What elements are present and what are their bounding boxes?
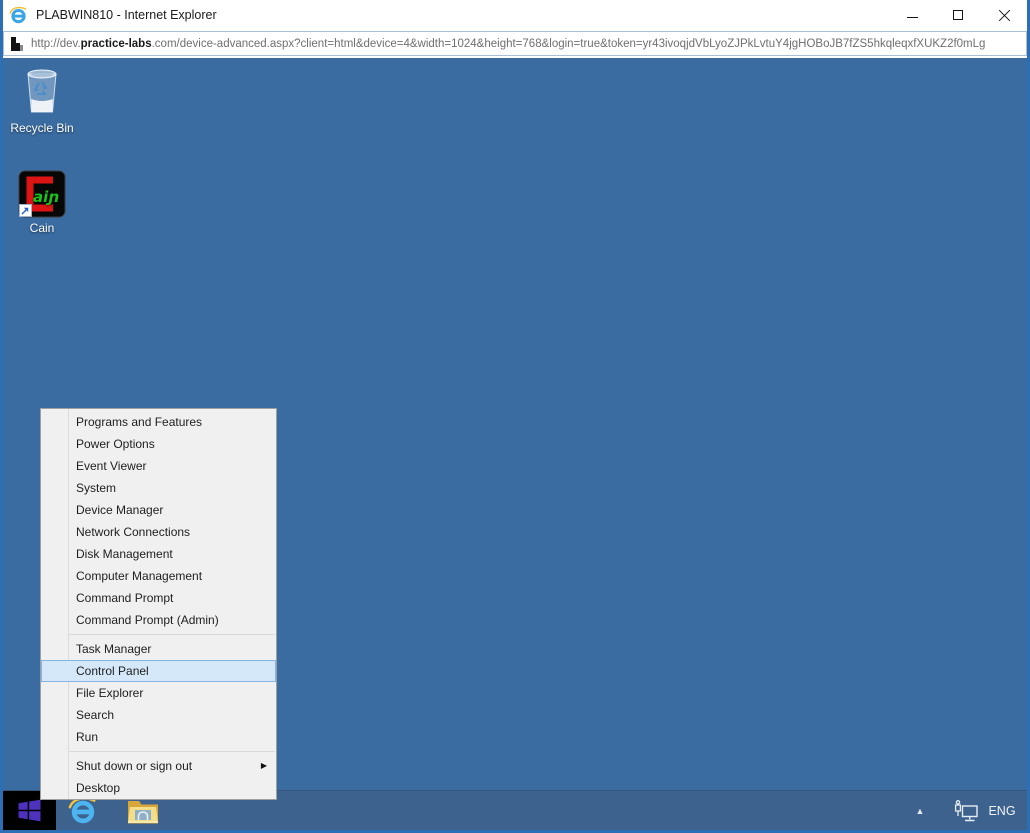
maximize-button[interactable] bbox=[935, 0, 981, 30]
internet-explorer-icon bbox=[68, 796, 98, 826]
minimize-icon bbox=[907, 17, 918, 18]
menu-item-run[interactable]: Run bbox=[41, 726, 276, 748]
desktop-icon-cain[interactable]: aiɲ Cain bbox=[3, 170, 83, 235]
desktop-icon-recycle-bin[interactable]: Recycle Bin bbox=[3, 66, 83, 135]
window-title: PLABWIN810 - Internet Explorer bbox=[36, 8, 217, 22]
menu-item-computer-management[interactable]: Computer Management bbox=[41, 565, 276, 587]
svg-text:aiɲ: aiɲ bbox=[33, 188, 59, 206]
menu-item-control-panel[interactable]: Control Panel bbox=[41, 660, 276, 682]
menu-item-power-options[interactable]: Power Options bbox=[41, 433, 276, 455]
site-favicon-icon bbox=[10, 36, 24, 52]
title-bar[interactable]: PLABWIN810 - Internet Explorer bbox=[3, 0, 1027, 30]
menu-item-shut-down-or-sign-out[interactable]: Shut down or sign out ▶ bbox=[41, 755, 276, 777]
url-prefix: http://dev. bbox=[31, 38, 81, 50]
recycle-bin-icon bbox=[18, 66, 66, 118]
window-border-left bbox=[0, 0, 3, 833]
maximize-icon bbox=[953, 10, 963, 20]
menu-item-network-connections[interactable]: Network Connections bbox=[41, 521, 276, 543]
close-button[interactable] bbox=[981, 0, 1027, 30]
menu-separator bbox=[68, 634, 275, 635]
close-icon bbox=[998, 9, 1011, 22]
chevron-up-icon: ▲ bbox=[916, 806, 925, 816]
menu-item-task-manager[interactable]: Task Manager bbox=[41, 638, 276, 660]
menu-separator bbox=[68, 751, 275, 752]
remote-desktop[interactable]: Recycle Bin aiɲ Cain Programs and Featur… bbox=[3, 58, 1027, 830]
menu-item-search[interactable]: Search bbox=[41, 704, 276, 726]
minimize-button[interactable] bbox=[889, 0, 935, 30]
url-rest: .com/device-advanced.aspx?client=html&de… bbox=[152, 38, 986, 50]
menu-item-system[interactable]: System bbox=[41, 477, 276, 499]
network-status-button[interactable] bbox=[949, 791, 983, 830]
language-label: ENG bbox=[988, 804, 1015, 818]
menu-item-programs-and-features[interactable]: Programs and Features bbox=[41, 411, 276, 433]
window-controls bbox=[889, 0, 1027, 30]
address-input[interactable]: http://dev.practice-labs.com/device-adva… bbox=[3, 31, 1027, 56]
winx-menu: Programs and Features Power Options Even… bbox=[40, 408, 277, 800]
shortcut-arrow-icon bbox=[19, 204, 32, 217]
file-explorer-icon bbox=[127, 798, 159, 824]
wired-network-icon bbox=[953, 799, 979, 823]
menu-item-device-manager[interactable]: Device Manager bbox=[41, 499, 276, 521]
submenu-arrow-icon: ▶ bbox=[261, 755, 267, 777]
desktop-icon-label: Cain bbox=[30, 221, 55, 235]
show-hidden-icons-button[interactable]: ▲ bbox=[909, 791, 931, 830]
menu-item-file-explorer[interactable]: File Explorer bbox=[41, 682, 276, 704]
menu-item-command-prompt-admin[interactable]: Command Prompt (Admin) bbox=[41, 609, 276, 631]
address-bar-row: http://dev.practice-labs.com/device-adva… bbox=[3, 30, 1027, 58]
menu-item-disk-management[interactable]: Disk Management bbox=[41, 543, 276, 565]
menu-item-label: Shut down or sign out bbox=[76, 759, 192, 773]
ie-logo-icon bbox=[9, 6, 28, 25]
windows-logo-icon bbox=[17, 798, 42, 823]
menu-item-desktop[interactable]: Desktop bbox=[41, 777, 276, 799]
desktop-icon-label: Recycle Bin bbox=[10, 121, 73, 135]
menu-item-command-prompt[interactable]: Command Prompt bbox=[41, 587, 276, 609]
language-indicator[interactable]: ENG bbox=[983, 791, 1021, 830]
menu-item-event-viewer[interactable]: Event Viewer bbox=[41, 455, 276, 477]
url-domain: practice-labs bbox=[81, 38, 152, 50]
